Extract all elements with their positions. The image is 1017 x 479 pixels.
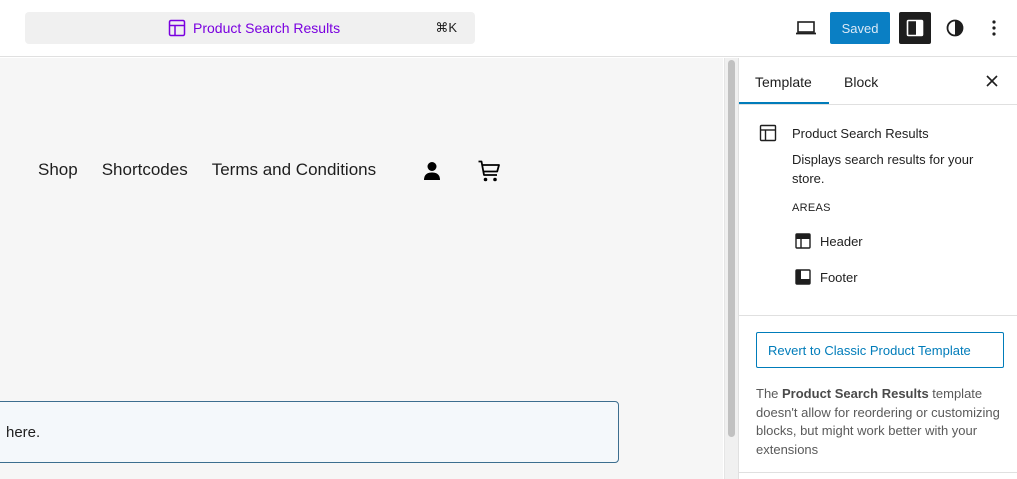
device-preview-button[interactable]: [794, 12, 818, 44]
style-toggle-button[interactable]: [944, 12, 966, 44]
area-header-button[interactable]: Header: [795, 233, 863, 252]
block-text: here.: [6, 424, 41, 441]
command-title: Product Search Results: [193, 20, 341, 36]
template-icon: [759, 124, 777, 142]
keyboard-shortcut: ⌘K: [435, 20, 457, 35]
area-label: Header: [820, 234, 863, 249]
template-description: Displays search results for your store.: [792, 152, 974, 186]
footer-area-icon: [795, 269, 811, 285]
navigation-menu: e Shop Shortcodes Terms and Conditions: [0, 160, 376, 180]
template-icon: [168, 19, 186, 37]
sidebar-tabs: Template Block: [739, 58, 1017, 105]
area-label: Footer: [820, 270, 858, 285]
nav-item-partial[interactable]: e: [0, 160, 14, 180]
divider: [739, 472, 1017, 473]
revert-template-button[interactable]: Revert to Classic Product Template: [756, 332, 1004, 368]
selected-block[interactable]: here.: [0, 401, 619, 463]
note-bold: Product Search Results: [782, 386, 929, 401]
nav-item-shortcodes[interactable]: Shortcodes: [102, 160, 188, 180]
template-note: The Product Search Results template does…: [756, 385, 1006, 459]
template-title: Product Search Results: [792, 126, 929, 141]
settings-sidebar: Template Block Product Search Results Di…: [738, 58, 1017, 479]
template-card: Product Search Results Displays search r…: [739, 106, 1017, 316]
laptop-icon: [796, 21, 816, 35]
header-area-icon: [795, 233, 811, 249]
scrollbar-thumb[interactable]: [728, 60, 735, 437]
sidebar-icon: [906, 19, 924, 37]
tab-block[interactable]: Block: [844, 74, 878, 90]
mini-cart-icon[interactable]: [477, 159, 501, 183]
canvas-scrollbar[interactable]: [724, 58, 738, 479]
top-toolbar: Product Search Results ⌘K Saved: [0, 0, 1017, 57]
saved-button[interactable]: Saved: [830, 12, 890, 44]
editor-canvas: e Shop Shortcodes Terms and Conditions h…: [0, 58, 723, 479]
more-vertical-icon: [992, 20, 996, 36]
close-icon[interactable]: [983, 72, 1001, 90]
areas-heading: AREAS: [792, 202, 831, 214]
options-menu-button[interactable]: [984, 12, 1004, 44]
tab-template[interactable]: Template: [755, 74, 812, 90]
half-circle-icon: [946, 19, 964, 37]
nav-item-shop[interactable]: Shop: [38, 160, 78, 180]
command-palette-button[interactable]: Product Search Results ⌘K: [25, 12, 475, 44]
settings-sidebar-toggle[interactable]: [899, 12, 931, 44]
nav-item-terms[interactable]: Terms and Conditions: [212, 160, 376, 180]
note-prefix: The: [756, 386, 783, 401]
area-footer-button[interactable]: Footer: [795, 269, 858, 288]
active-tab-indicator: [739, 102, 829, 104]
customer-account-icon[interactable]: [423, 161, 441, 181]
